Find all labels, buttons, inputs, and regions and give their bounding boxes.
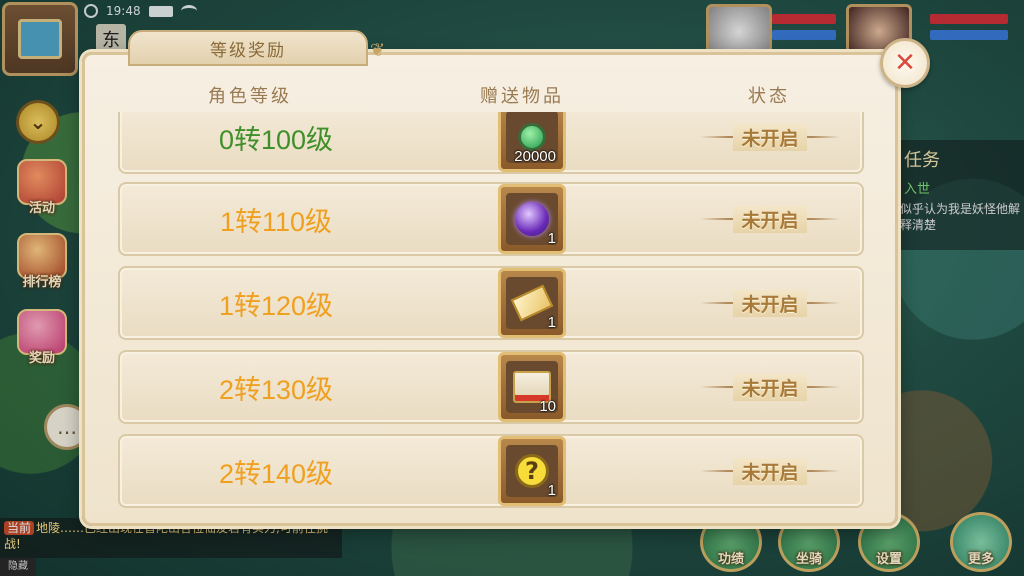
- reward-item-slot[interactable]: 1: [498, 184, 566, 254]
- item-count: 10: [539, 398, 556, 415]
- header-gift: 赠送物品: [480, 86, 564, 107]
- question-mark-icon: ?: [515, 454, 549, 488]
- purple-orb-icon: [515, 202, 549, 236]
- row-level: 2转130级: [218, 374, 334, 405]
- status-label: 未开启: [733, 123, 807, 151]
- row-level: 1转120级: [218, 290, 334, 321]
- status-label: 未开启: [733, 457, 807, 485]
- status-label: 未开启: [733, 289, 807, 317]
- dialog-title: 等级奖励: [128, 30, 368, 66]
- reward-row: 1转110级 1 未开启: [118, 182, 864, 256]
- row-level: 0转100级: [218, 124, 334, 155]
- row-status: 未开启: [700, 184, 840, 254]
- reward-row: 2转130级 10 未开启: [118, 350, 864, 424]
- item-count: 1: [547, 482, 556, 499]
- header-status: 状态: [748, 86, 790, 107]
- green-gem-icon: [518, 123, 546, 151]
- reward-row: 0转100级 20000 未开启: [118, 112, 864, 174]
- row-level: 1转110级: [219, 206, 333, 237]
- title-ornament: ❦: [370, 40, 386, 61]
- status-label: 未开启: [733, 373, 807, 401]
- close-button[interactable]: ✕: [880, 38, 930, 88]
- row-status: 未开启: [700, 436, 840, 506]
- header-level: 角色等级: [208, 86, 292, 107]
- row-status: 未开启: [700, 352, 840, 422]
- reward-item-slot[interactable]: ? 1: [498, 436, 566, 506]
- row-level: 2转140级: [218, 458, 334, 489]
- item-count: 1: [547, 230, 556, 247]
- reward-item-slot[interactable]: 20000: [498, 112, 566, 172]
- reward-row: 1转120级 1 未开启: [118, 266, 864, 340]
- reward-list[interactable]: 0转100级 20000 未开启 1转110级 1 未开启 1转120级 1 未…: [118, 112, 864, 516]
- status-label: 未开启: [733, 205, 807, 233]
- row-status: 未开启: [700, 112, 840, 172]
- item-count: 20000: [514, 148, 556, 165]
- row-status: 未开启: [700, 268, 840, 338]
- reward-row: 2转140级 ? 1 未开启: [118, 434, 864, 508]
- item-count: 1: [547, 314, 556, 331]
- reward-item-slot[interactable]: 1: [498, 268, 566, 338]
- close-icon: ✕: [894, 48, 916, 78]
- reward-item-slot[interactable]: 10: [498, 352, 566, 422]
